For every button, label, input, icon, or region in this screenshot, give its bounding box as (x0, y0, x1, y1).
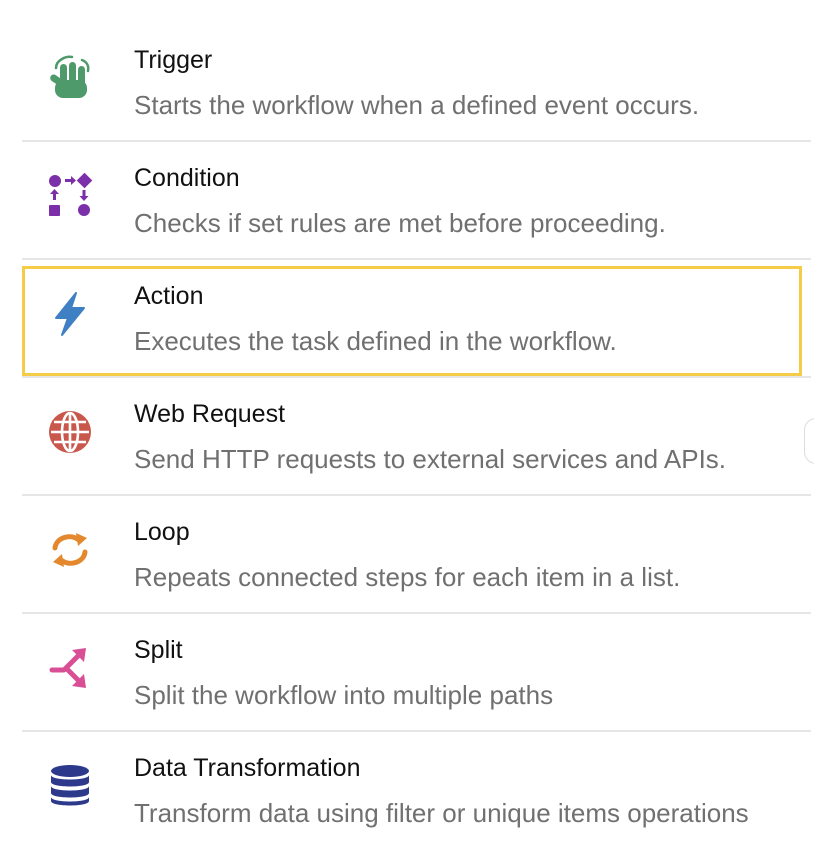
item-title: Data Transformation (134, 754, 361, 782)
item-title: Action (134, 282, 204, 310)
lightning-bolt-icon (46, 290, 94, 338)
list-item-loop[interactable]: Loop Repeats connected steps for each it… (22, 496, 811, 614)
hand-tap-icon (46, 54, 94, 102)
item-description: Repeats connected steps for each item in… (134, 562, 681, 592)
scroll-handle[interactable] (804, 418, 814, 464)
item-description: Transform data using filter or unique it… (134, 798, 749, 828)
item-title: Condition (134, 164, 240, 192)
node-type-list: Trigger Starts the workflow when a defin… (22, 24, 811, 850)
item-title: Trigger (134, 46, 213, 74)
list-item-condition[interactable]: Condition Checks if set rules are met be… (22, 142, 811, 260)
list-item-data-transformation[interactable]: Data Transformation Transform data using… (22, 732, 811, 850)
globe-icon (46, 408, 94, 456)
list-item-web-request[interactable]: Web Request Send HTTP requests to extern… (22, 378, 811, 496)
item-description: Split the workflow into multiple paths (134, 680, 554, 710)
item-description: Checks if set rules are met before proce… (134, 208, 666, 238)
list-item-split[interactable]: Split Split the workflow into multiple p… (22, 614, 811, 732)
item-title: Loop (134, 518, 190, 546)
item-title: Split (134, 636, 183, 664)
item-description: Executes the task defined in the workflo… (134, 326, 617, 356)
item-description: Send HTTP requests to external services … (134, 444, 727, 474)
database-icon (46, 762, 94, 810)
condition-flow-icon (46, 172, 94, 220)
refresh-loop-icon (46, 526, 94, 574)
item-title: Web Request (134, 400, 286, 428)
list-item-action[interactable]: Action Executes the task defined in the … (22, 260, 811, 378)
list-item-trigger[interactable]: Trigger Starts the workflow when a defin… (22, 24, 811, 142)
split-arrows-icon (46, 644, 94, 692)
item-description: Starts the workflow when a defined event… (134, 90, 700, 120)
